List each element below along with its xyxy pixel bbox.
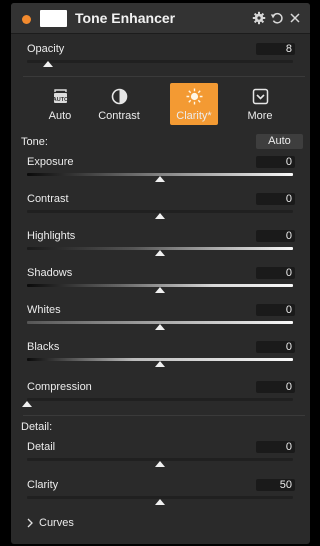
contrast-slider-handle[interactable] [155,213,165,219]
panel-title: Tone Enhancer [75,10,176,26]
close-icon[interactable] [288,11,302,25]
compression-value[interactable]: 0 [256,381,295,393]
shadows-label: Shadows [27,267,73,279]
opacity-slider-handle[interactable] [43,61,53,67]
compression-label: Compression [27,381,92,393]
opacity-slider-track[interactable] [27,60,293,63]
divider [23,76,305,77]
tone-auto-button[interactable]: Auto [256,134,303,149]
svg-text:AUTO: AUTO [53,97,69,103]
detail-slider-handle[interactable] [155,461,165,467]
highlights-slider-handle[interactable] [155,250,165,256]
whites-value[interactable]: 0 [256,304,295,316]
contrast-label: Contrast [27,193,69,205]
chevron-right-icon[interactable] [25,516,35,528]
panel-header: Tone Enhancer [11,3,310,34]
preset-label: Contrast [98,110,140,122]
mask-thumbnail[interactable] [40,10,67,27]
panel-enable-dot[interactable] [22,15,31,24]
preset-contrast-button[interactable]: Contrast [95,83,143,125]
gear-icon[interactable] [252,11,266,25]
sun-icon [186,88,203,105]
exposure-slider-handle[interactable] [155,176,165,182]
clarity-label: Clarity [27,479,59,491]
preset-clarity-button[interactable]: Clarity* [170,83,218,125]
blacks-slider-handle[interactable] [155,361,165,367]
divider [23,415,305,416]
opacity-label: Opacity [27,43,65,55]
compression-slider-handle[interactable] [22,401,32,407]
compression-slider-track[interactable] [27,398,293,401]
detail-value[interactable]: 0 [256,441,295,453]
tone-heading: Tone: [21,136,48,148]
preset-label: Auto [48,110,72,122]
whites-label: Whites [27,304,61,316]
exposure-value[interactable]: 0 [256,156,295,168]
contrast-icon [111,88,128,105]
preset-more-button[interactable]: More [236,83,284,125]
exposure-label: Exposure [27,156,74,168]
auto-icon: AUTO [52,88,69,105]
whites-slider-handle[interactable] [155,324,165,330]
clarity-slider-handle[interactable] [155,499,165,505]
highlights-label: Highlights [27,230,76,242]
preset-auto-button[interactable]: AUTO Auto [36,83,84,125]
tone-enhancer-panel: Tone Enhancer Opacity 8 AUTO Auto Contra… [11,3,310,544]
reset-icon[interactable] [270,11,284,25]
chevron-down-box-icon [252,88,269,105]
preset-label: More [247,110,273,122]
highlights-value[interactable]: 0 [256,230,295,242]
curves-toggle[interactable]: Curves [39,517,74,529]
contrast-value[interactable]: 0 [256,193,295,205]
shadows-value[interactable]: 0 [256,267,295,279]
shadows-slider-handle[interactable] [155,287,165,293]
opacity-value[interactable]: 8 [256,43,295,55]
detail-label: Detail [27,441,56,453]
detail-heading: Detail: [21,421,53,433]
clarity-value[interactable]: 50 [256,479,295,491]
preset-label: Clarity* [176,110,212,122]
blacks-label: Blacks [27,341,60,353]
blacks-value[interactable]: 0 [256,341,295,353]
